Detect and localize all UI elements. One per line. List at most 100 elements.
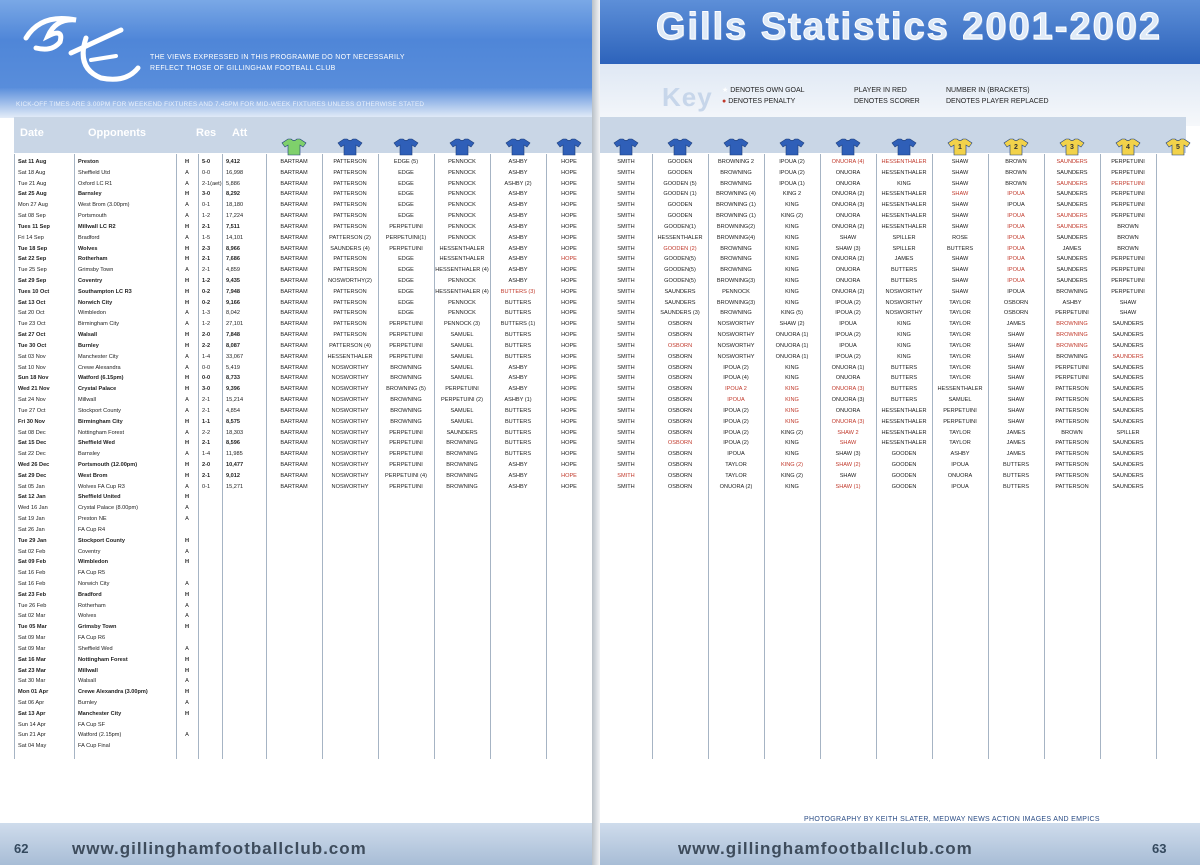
table-cell: EDGE (5) (393, 159, 419, 165)
table-cell: PATTERSON (1055, 472, 1089, 479)
table-cell: SMITH (617, 342, 635, 349)
table-cell: 16,998 (226, 169, 244, 176)
table-cell: PATTERSON (1055, 461, 1089, 468)
fixture-row: Wed 26 Dec Portsmouth (12.00pm) H 2-0 10,477… (0, 460, 592, 471)
lineup-row: SMITH SAUNDERS (3) BROWNING KING (5) IPOUA (… (600, 308, 1200, 319)
table-cell: OSBORN (667, 353, 693, 360)
table-cell: Tue 25 Sep (18, 267, 47, 274)
table-cell: SMITH (617, 418, 635, 425)
table-cell: H (184, 559, 190, 566)
table-cell: PATTERSON (2) (329, 234, 371, 241)
table-cell: PERPETUINI (943, 418, 977, 425)
fixture-row: Sat 24 Nov Millwall A 2-1 15,214 BARTRAM NOSWO… (0, 395, 592, 406)
table-cell: IPOUA (1007, 267, 1025, 274)
table-cell: GOODEN (891, 451, 917, 458)
table-cell: Tue 29 Jan (18, 537, 47, 544)
table-cell: BUTTERS (890, 397, 918, 404)
table-cell: ASHBY (508, 256, 528, 263)
table-cell: BROWNING (390, 407, 422, 414)
table-cell: SMITH (617, 397, 635, 404)
table-cell: 3-0 (202, 191, 211, 198)
table-cell: 2-1 (202, 223, 211, 230)
table-cell: BARTRAM (280, 451, 308, 458)
table-cell: 8,292 (226, 191, 240, 198)
table-cell: Crewe Alexandra (3.00pm) (78, 689, 148, 696)
table-cell: Wed 26 Dec (18, 461, 50, 468)
table-cell: Nottingham Forest (78, 429, 125, 436)
fixture-row: Sat 29 Sep Coventry H 1-2 9,435 BARTRAM NOSWOR… (0, 276, 592, 287)
table-cell: PERPETUINI (389, 321, 423, 328)
table-cell: SHAW (1) (835, 483, 861, 490)
fixture-row: Sat 18 Aug Sheffield Utd A 0-0 16,998 BARTRAM… (0, 168, 592, 179)
table-cell: HOPE (561, 397, 577, 404)
table-cell: PATTERSON (333, 299, 367, 306)
table-cell: PATTERSON (333, 169, 367, 176)
table-cell: A (185, 213, 189, 220)
table-cell: PATTERSON (1055, 407, 1089, 414)
table-cell: SHAW (3) (835, 245, 861, 252)
table-cell: FA Cup R4 (78, 526, 106, 533)
table-cell: HOPE (561, 342, 577, 349)
table-cell: IPOUA (2) (835, 310, 861, 317)
table-cell: KING (2) (780, 213, 804, 220)
table-cell: SAMUEL (450, 332, 474, 339)
table-cell: JAMES (1006, 451, 1026, 458)
table-cell: H (184, 624, 190, 631)
table-cell: SMITH (617, 332, 635, 339)
table-cell: A (185, 353, 189, 360)
table-cell: 8,966 (226, 245, 240, 252)
table-cell: ONUORA (2) (831, 191, 865, 198)
table-cell: ONUORA (3) (831, 202, 865, 209)
fixture-row: Sat 16 Feb FA Cup R5 (0, 568, 592, 579)
table-cell: BROWN (1117, 223, 1139, 230)
table-cell: BARTRAM (280, 267, 308, 274)
table-cell: A (185, 602, 189, 609)
table-cell: H (184, 494, 190, 501)
table-cell: HOPE (561, 440, 577, 447)
table-cell: SHAW (951, 278, 969, 285)
table-cell: PENNOCK (448, 180, 476, 187)
table-cell: Wed 16 Jan (18, 505, 48, 512)
table-cell: BUTTERS (890, 375, 918, 382)
table-cell: IPOUA (2) (779, 159, 805, 165)
table-cell: Sat 22 Dec (18, 451, 46, 458)
table-cell: Tue 27 Oct (18, 407, 46, 414)
table-cell: 9,012 (226, 472, 240, 479)
table-cell: BROWNING(2) (716, 223, 756, 230)
table-cell: JAMES (1062, 245, 1082, 252)
table-cell: 10,477 (226, 461, 244, 468)
table-cell: 9,412 (226, 159, 240, 165)
sub-number: 1 (958, 144, 962, 151)
table-cell: 2-1 (202, 407, 211, 414)
table-cell: 8,596 (226, 440, 240, 447)
fixture-row: Tue 25 Sep Grimsby Town A 2-1 4,859 BARTRAM PA… (0, 265, 592, 276)
header-res: Res (196, 127, 217, 139)
table-cell: BARTRAM (280, 418, 308, 425)
key-number-brackets: NUMBER IN (BRACKETS) (946, 87, 1030, 94)
table-cell: H (184, 710, 190, 717)
page-title: Gills Statistics 2001-2002 (655, 6, 1162, 49)
table-cell: A (185, 580, 189, 587)
table-cell: PERPETUINI (4) (385, 472, 427, 479)
table-cell: BUTTERS (504, 353, 532, 360)
table-cell: Wimbledon (78, 310, 106, 317)
table-cell: TAYLOR (949, 342, 971, 349)
table-cell: H (184, 386, 190, 393)
table-cell: KING (785, 483, 799, 490)
table-cell: HESSENTHALER (4) (435, 267, 489, 274)
table-cell: Sat 09 Mar (18, 645, 46, 652)
table-cell: SHAW (1007, 332, 1025, 339)
table-cell: GOODEN (667, 213, 693, 220)
fixture-row: Wed 21 Nov Crystal Palace H 3-0 9,396 BARTRAM… (0, 384, 592, 395)
table-cell: SMITH (617, 321, 635, 328)
table-cell: PERPETUINI (1055, 310, 1089, 317)
table-cell: H (184, 440, 190, 447)
table-cell: SMITH (617, 299, 635, 306)
table-cell: BROWNING (5) (386, 386, 426, 393)
fixture-row: Sat 22 Sep Rotherham H 2-1 7,686 BARTRAM PATTE… (0, 254, 592, 265)
lineup-row: SMITH GOODEN (1) BROWNING (4) KING 2 ONUORA … (600, 189, 1200, 200)
table-cell: H (184, 159, 190, 165)
table-cell: BROWNING (1056, 342, 1088, 349)
table-cell: A (185, 180, 189, 187)
table-cell: PERPETUINI (2) (441, 397, 483, 404)
